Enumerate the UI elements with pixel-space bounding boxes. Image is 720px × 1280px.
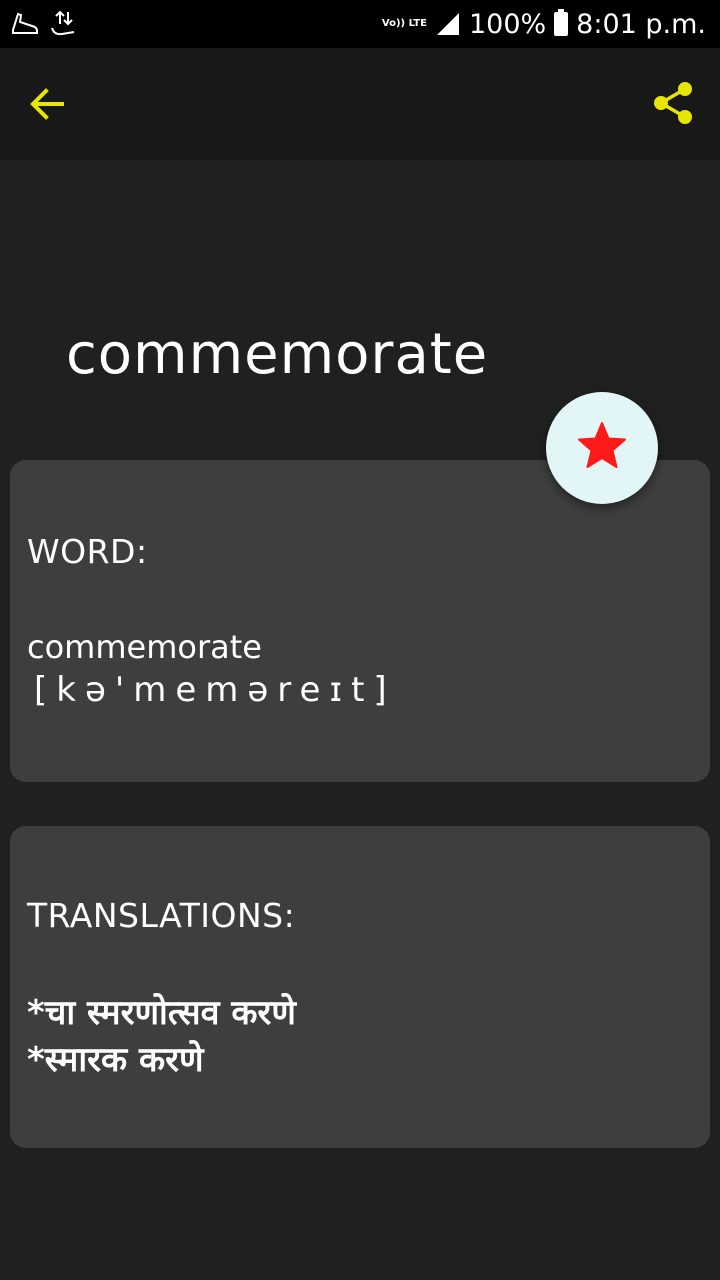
translations-list: *चा स्मरणोत्सव करणे *स्मारक करणे: [27, 990, 296, 1084]
star-icon: [578, 422, 626, 468]
word-heading: WORD:: [27, 532, 148, 571]
clock: 8:01 p.m.: [576, 8, 706, 40]
signal-icon: [436, 13, 459, 35]
translation-item: *स्मारक करणे: [27, 1040, 204, 1080]
translation-item: *चा स्मरणोत्सव करणे: [27, 993, 296, 1033]
status-notifications: [10, 8, 78, 38]
phonetic-transcription: [kə'meməreɪt]: [34, 670, 396, 710]
word-text: commemorate: [27, 628, 262, 666]
app-bar: [0, 48, 720, 160]
translations-heading: TRANSLATIONS:: [27, 896, 296, 935]
word-card: WORD: commemorate [kə'meməreɪt]: [10, 460, 710, 782]
network-label: Vo)) LTE: [381, 18, 427, 29]
shoe-icon: [12, 12, 38, 34]
data-transfer-icon: [51, 10, 75, 36]
status-bar: Vo)) LTE 100% 8:01 p.m.: [0, 0, 720, 48]
word-title: commemorate: [66, 322, 489, 387]
battery-icon: [554, 9, 569, 36]
back-button[interactable]: [26, 82, 70, 126]
battery-percent: 100%: [468, 8, 547, 40]
share-icon: [654, 82, 692, 124]
share-button[interactable]: [650, 80, 696, 126]
translations-card: TRANSLATIONS: *चा स्मरणोत्सव करणे *स्मार…: [10, 826, 710, 1148]
status-indicators: Vo)) LTE 100% 8:01 p.m.: [382, 6, 706, 42]
arrow-left-icon: [30, 88, 64, 120]
favorite-button[interactable]: [546, 392, 658, 504]
